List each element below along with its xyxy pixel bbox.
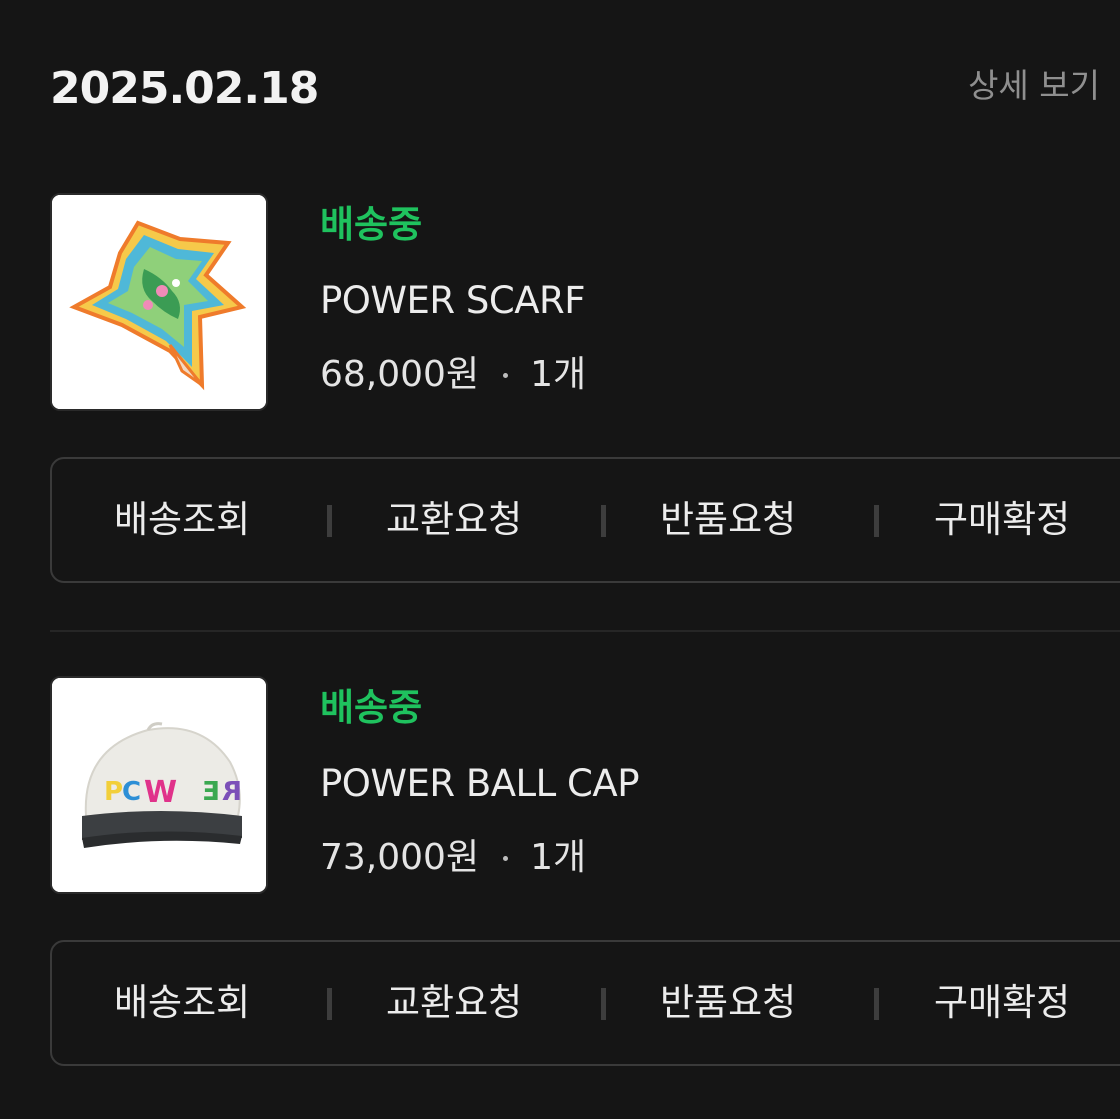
exchange-request-button[interactable]: 교환요청 (386, 489, 522, 551)
order-actions-bar: 배송조회 교환요청 반품요청 구매확정 (50, 457, 1120, 583)
product-quantity: 1개 (530, 354, 587, 395)
separator-dot (503, 855, 509, 861)
cap-letter-e: E (202, 777, 220, 807)
product-price: 68,000원 (320, 354, 480, 395)
action-separator (327, 505, 332, 537)
action-separator (327, 988, 332, 1020)
cap-letter-c: C (122, 777, 141, 807)
confirm-purchase-button[interactable]: 구매확정 (934, 489, 1070, 551)
track-delivery-button[interactable]: 배송조회 (114, 489, 250, 551)
delivery-status: 배송중 (320, 203, 423, 246)
cap-image: P C W E R (52, 678, 266, 892)
product-price: 73,000원 (320, 837, 480, 878)
product-thumbnail-cap[interactable]: P C W E R (50, 676, 268, 894)
return-request-button[interactable]: 반품요청 (660, 972, 796, 1034)
track-delivery-button[interactable]: 배송조회 (114, 972, 250, 1034)
view-details-link[interactable]: 상세 보기 (968, 62, 1100, 110)
price-quantity-line: 73,000원 1개 (320, 834, 586, 882)
product-name[interactable]: POWER SCARF (320, 277, 586, 325)
product-name[interactable]: POWER BALL CAP (320, 760, 640, 808)
cap-letter-r: R (222, 777, 242, 807)
action-separator (874, 988, 879, 1020)
action-separator (601, 505, 606, 537)
confirm-purchase-button[interactable]: 구매확정 (934, 972, 1070, 1034)
price-quantity-line: 68,000원 1개 (320, 351, 586, 399)
order-actions-bar: 배송조회 교환요청 반품요청 구매확정 (50, 940, 1120, 1066)
product-quantity: 1개 (530, 837, 587, 878)
delivery-status: 배송중 (320, 686, 423, 729)
action-separator (874, 505, 879, 537)
cap-letter-p: P (104, 777, 123, 807)
exchange-request-button[interactable]: 교환요청 (386, 972, 522, 1034)
separator-dot (503, 372, 509, 378)
action-separator (601, 988, 606, 1020)
cap-letter-w: W (144, 775, 177, 810)
order-date: 2025.02.18 (50, 63, 319, 114)
product-thumbnail-scarf[interactable] (50, 193, 268, 411)
return-request-button[interactable]: 반품요청 (660, 489, 796, 551)
scarf-image (52, 195, 266, 409)
order-divider (50, 630, 1120, 632)
order-history-page: 2025.02.18 상세 보기 배송중 POWER SCARF 68,000원… (0, 0, 1120, 1119)
